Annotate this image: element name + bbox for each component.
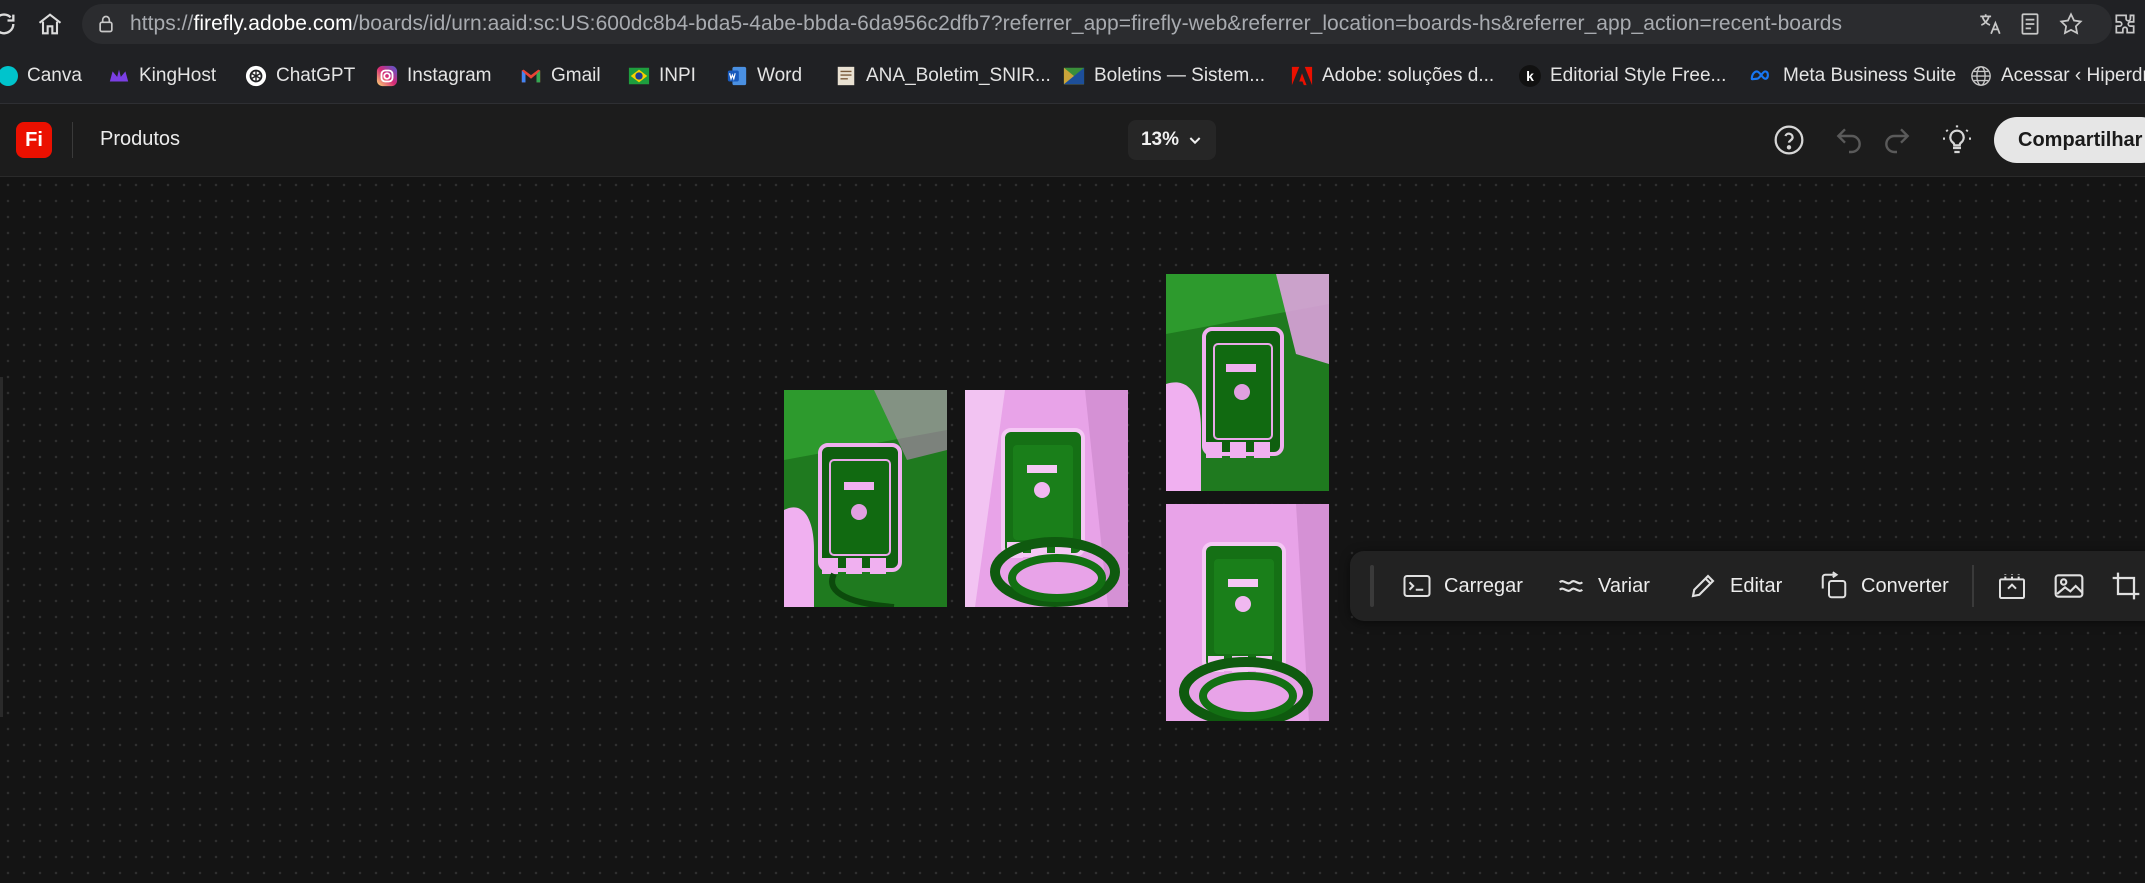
chevron-down-icon <box>1189 137 1201 145</box>
bookmark-kinghost[interactable]: KingHost <box>108 48 216 103</box>
site-info-icon[interactable] <box>96 14 116 34</box>
bookmark-acessar[interactable]: Acessar ‹ Hiperdro <box>1970 48 2145 103</box>
lightbulb-icon[interactable] <box>1941 124 1973 156</box>
variar-button[interactable]: Variar <box>1556 551 1650 621</box>
zoom-dropdown[interactable]: 13% <box>1128 120 1216 160</box>
board-canvas[interactable]: Carregar Variar Editar Converter <box>0 177 2145 883</box>
word-icon <box>727 66 747 85</box>
board-name[interactable]: Produtos <box>100 128 180 151</box>
meta-icon <box>1750 69 1769 80</box>
redo-icon[interactable] <box>1881 124 1913 156</box>
canvas-image-1[interactable] <box>784 390 947 607</box>
bookmark-meta-business[interactable]: Meta Business Suite <box>1748 48 1956 103</box>
editar-button[interactable]: Editar <box>1688 551 1782 621</box>
canva-icon <box>0 65 18 86</box>
canvas-image-3[interactable] <box>1166 274 1329 491</box>
convert-icon <box>1821 571 1847 599</box>
toolbar-drag-handle[interactable] <box>1370 565 1374 607</box>
canvas-image-4[interactable] <box>1166 504 1329 721</box>
prompt-icon <box>1403 575 1431 597</box>
extensions-icon[interactable] <box>2112 11 2138 37</box>
canvas-image-2[interactable] <box>965 390 1128 607</box>
instagram-icon <box>376 65 398 86</box>
generate-expand-icon[interactable] <box>1996 570 2028 602</box>
home-icon[interactable] <box>36 10 64 38</box>
bookmark-star-icon[interactable] <box>2058 11 2084 37</box>
header-divider <box>72 122 73 158</box>
translate-icon[interactable] <box>1977 11 2003 37</box>
undo-icon[interactable] <box>1833 124 1865 156</box>
url-text: https://firefly.adobe.com/boards/id/urn:… <box>130 12 1843 35</box>
crop-icon[interactable] <box>2110 570 2142 602</box>
browser-address-bar: https://firefly.adobe.com/boards/id/urn:… <box>0 0 2145 48</box>
bookmark-adobe[interactable]: Adobe: soluções d... <box>1291 48 1494 103</box>
carregar-button[interactable]: Carregar <box>1402 551 1523 621</box>
inpi-icon <box>628 67 650 84</box>
help-icon[interactable] <box>1773 124 1805 156</box>
bookmark-word[interactable]: Word <box>726 48 802 103</box>
bookmark-instagram[interactable]: Instagram <box>376 48 491 103</box>
gmail-icon <box>521 69 541 82</box>
adobe-icon <box>1291 66 1313 85</box>
bookmark-inpi[interactable]: INPI <box>628 48 696 103</box>
image-icon[interactable] <box>2053 570 2085 602</box>
left-panel-edge <box>0 377 3 717</box>
firefly-header: Fi Produtos 13% Compartilhar <box>0 104 2145 177</box>
globe-icon <box>1971 65 1991 86</box>
pencil-icon <box>1691 574 1715 598</box>
zoom-value: 13% <box>1140 129 1180 150</box>
bookmark-ana-boletim[interactable]: ANA_Boletim_SNIR... <box>835 48 1051 103</box>
k-icon: k <box>1519 64 1541 87</box>
bookmark-boletins[interactable]: Boletins — Sistem... <box>1063 48 1265 103</box>
share-button[interactable]: Compartilhar <box>1994 117 2145 163</box>
bookmarks-bar: Canva KingHost ChatGPT Instagram Gmail I… <box>0 48 2145 104</box>
reading-mode-icon[interactable] <box>2017 11 2043 37</box>
firefly-logo[interactable]: Fi <box>16 122 52 158</box>
kinghost-icon <box>109 69 129 81</box>
converter-button[interactable]: Converter <box>1819 551 1949 621</box>
bookmark-gmail[interactable]: Gmail <box>520 48 601 103</box>
url-field[interactable]: https://firefly.adobe.com/boards/id/urn:… <box>82 4 2112 44</box>
bookmark-editorial-style[interactable]: k Editorial Style Free... <box>1519 48 1726 103</box>
chatgpt-icon <box>245 65 267 86</box>
reload-icon[interactable] <box>0 10 18 38</box>
variations-icon <box>1558 580 1584 592</box>
bookmark-chatgpt[interactable]: ChatGPT <box>245 48 355 103</box>
image-context-toolbar: Carregar Variar Editar Converter <box>1350 551 2145 621</box>
flag-icon <box>1063 67 1085 84</box>
toolbar-divider <box>1972 565 1974 607</box>
bookmark-canva[interactable]: Canva <box>0 48 82 103</box>
document-icon <box>837 66 855 85</box>
